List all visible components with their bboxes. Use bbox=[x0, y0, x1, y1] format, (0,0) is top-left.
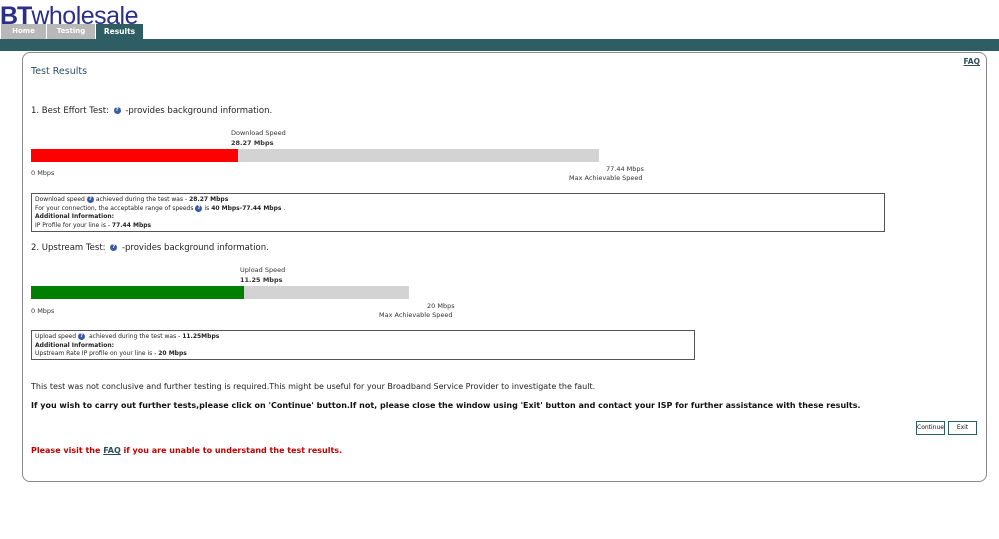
visit-faq-link[interactable]: FAQ bbox=[103, 446, 121, 455]
info-dl-additional: Additional Information: bbox=[35, 213, 115, 220]
tab-testing[interactable]: Testing bbox=[47, 24, 96, 39]
upload-speed-label: Upload Speed bbox=[240, 266, 286, 274]
upload-max-value: 20 Mbps bbox=[427, 302, 455, 310]
visit-suffix: if you are unable to understand the test… bbox=[120, 446, 343, 455]
upload-heading-suffix: -provides background information. bbox=[121, 243, 269, 253]
download-min-label: 0 Mbps bbox=[31, 169, 55, 177]
upload-max-label: Max Achievable Speed bbox=[379, 311, 453, 319]
download-heading-suffix: -provides background information. bbox=[125, 106, 273, 116]
download-max-label: Max Achievable Speed bbox=[569, 174, 643, 182]
download-speed-label: Download Speed bbox=[231, 129, 286, 137]
upload-speed-bar bbox=[31, 286, 409, 299]
further-tests-message: If you wish to carry out further tests,p… bbox=[31, 401, 861, 410]
not-conclusive-message: This test was not conclusive and further… bbox=[31, 382, 596, 391]
upload-min-label: 0 Mbps bbox=[31, 307, 55, 315]
download-max-value: 77.44 Mbps bbox=[606, 165, 644, 173]
upload-info-box: Upload speed? achieved during the test w… bbox=[31, 330, 695, 360]
info-ul-profile-text: Upstream Rate IP profile on your line is… bbox=[35, 350, 159, 357]
info-ul-speed-text: Upload speed bbox=[35, 333, 77, 340]
results-panel: FAQ Test Results 1. Best Effort Test: ? … bbox=[22, 52, 987, 482]
help-icon[interactable]: ? bbox=[110, 244, 118, 251]
download-info-box: Download speed? achieved during the test … bbox=[31, 193, 885, 232]
upload-heading-text: 2. Upstream Test: bbox=[31, 243, 106, 253]
info-ul-additional: Additional Information: bbox=[35, 341, 115, 349]
exit-button[interactable]: Exit bbox=[948, 421, 977, 435]
info-dl-speed-value: 28.27 Mbps bbox=[189, 196, 229, 203]
help-icon[interactable]: ? bbox=[113, 107, 121, 114]
info-dl-profile-value: 77.44 Mbps bbox=[111, 221, 152, 229]
tab-home[interactable]: Home bbox=[1, 24, 47, 39]
download-heading-text: 1. Best Effort Test: bbox=[31, 106, 109, 116]
info-dl-range-value: 40 Mbps-77.44 Mbps bbox=[211, 204, 282, 212]
info-ul-profile-value: 20 Mbps bbox=[158, 350, 187, 357]
info-dl-speed-text: Download speed bbox=[35, 196, 85, 203]
info-dl-achieved-text: achieved during the test was - bbox=[95, 196, 190, 203]
upload-speed-value: 11.25 Mbps bbox=[240, 276, 283, 284]
continue-button[interactable]: Continue bbox=[916, 421, 945, 435]
upload-speed-fill bbox=[31, 286, 244, 299]
info-ul-speed-value: 11.25Mbps bbox=[182, 333, 220, 340]
info-dl-profile-text: IP Profile for your line is - bbox=[35, 221, 112, 229]
header-band bbox=[0, 39, 999, 51]
info-ul-achieved-text: achieved during the test was - bbox=[87, 333, 183, 340]
download-speed-fill bbox=[31, 149, 239, 162]
faq-link[interactable]: FAQ bbox=[964, 57, 980, 66]
nav-tabs: Home Testing Results bbox=[1, 24, 144, 39]
help-icon[interactable]: ? bbox=[195, 204, 203, 212]
download-heading: 1. Best Effort Test: ? -provides backgro… bbox=[31, 106, 272, 116]
bt-wholesale-logo: BTwholesale bbox=[0, 2, 139, 30]
upload-heading: 2. Upstream Test: ? -provides background… bbox=[31, 243, 269, 253]
page-title: Test Results bbox=[31, 66, 88, 77]
help-icon[interactable]: ? bbox=[78, 333, 86, 340]
download-speed-bar bbox=[31, 149, 599, 162]
visit-faq-message: Please visit the FAQ if you are unable t… bbox=[31, 446, 342, 455]
info-dl-range-end: . bbox=[281, 204, 286, 212]
download-speed-value: 28.27 Mbps bbox=[231, 139, 274, 147]
info-dl-range-text: For your connection, the acceptable rang… bbox=[35, 204, 194, 212]
visit-prefix: Please visit the bbox=[31, 446, 104, 455]
tab-results[interactable]: Results bbox=[96, 24, 144, 39]
help-icon[interactable]: ? bbox=[86, 196, 94, 203]
